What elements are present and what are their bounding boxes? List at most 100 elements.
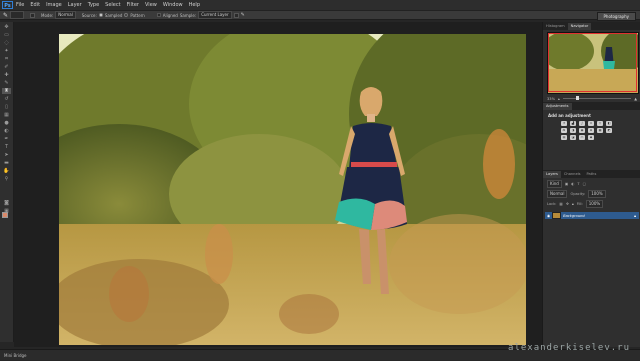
- lock-pixels-icon[interactable]: ▦: [559, 202, 562, 206]
- document-photo[interactable]: [59, 34, 526, 345]
- source-label: Source:: [81, 12, 97, 18]
- navigator-zoom-row: 33% ▴ ▲: [547, 96, 637, 101]
- eyedropper-tool-icon[interactable]: ✐: [2, 64, 11, 70]
- zoom-slider[interactable]: [562, 96, 632, 100]
- mode-label: Mode:: [41, 12, 54, 18]
- menu-file[interactable]: File: [16, 2, 24, 8]
- brush-panel-toggle-icon[interactable]: [30, 12, 36, 18]
- menu-type[interactable]: Type: [88, 2, 99, 8]
- menu-select[interactable]: Select: [105, 2, 120, 8]
- posterize-icon[interactable]: ▤: [561, 135, 567, 140]
- tab-navigator[interactable]: Navigator: [567, 23, 592, 30]
- menu-image[interactable]: Image: [46, 2, 62, 8]
- brush-tool-icon[interactable]: ✎: [2, 80, 11, 86]
- path-select-tool-icon[interactable]: ➤: [2, 152, 11, 158]
- menu-layer[interactable]: Layer: [68, 2, 82, 8]
- type-tool-icon[interactable]: T: [2, 144, 11, 150]
- brightness-contrast-icon[interactable]: ☀: [561, 121, 567, 126]
- curves-icon[interactable]: ∫: [579, 121, 585, 126]
- photo-filter-icon[interactable]: ◉: [579, 128, 585, 133]
- tab-paths[interactable]: Paths: [584, 171, 600, 178]
- opacity-input[interactable]: 100%: [588, 190, 606, 198]
- menu-help[interactable]: Help: [189, 2, 200, 8]
- layer-thumbnail: [552, 212, 562, 219]
- source-pattern-radio[interactable]: [124, 13, 129, 17]
- clone-stamp-tool-icon[interactable]: ♜: [2, 88, 11, 94]
- lock-position-icon[interactable]: ✥: [566, 202, 569, 206]
- pressure-icon[interactable]: ✎: [241, 12, 245, 18]
- tab-histogram[interactable]: Histogram: [543, 23, 568, 30]
- channel-mixer-icon[interactable]: ⊕: [588, 128, 594, 133]
- crop-tool-icon[interactable]: ⌗: [2, 56, 11, 62]
- zoom-out-icon[interactable]: ▴: [558, 97, 560, 101]
- threshold-icon[interactable]: ◪: [570, 135, 576, 140]
- pen-tool-icon[interactable]: ✒: [2, 136, 11, 142]
- visibility-eye-icon[interactable]: ◉: [547, 214, 550, 218]
- tab-channels[interactable]: Channels: [561, 171, 584, 178]
- menu-window[interactable]: Window: [163, 2, 183, 8]
- workspace-switcher[interactable]: Photography: [596, 12, 636, 21]
- menu-filter[interactable]: Filter: [127, 2, 139, 8]
- aligned-label: Aligned: [162, 12, 178, 18]
- zoom-in-icon[interactable]: ▲: [634, 97, 637, 101]
- healing-brush-tool-icon[interactable]: ✚: [2, 72, 11, 78]
- layer-row[interactable]: ◉ Background 🔒︎: [545, 212, 639, 219]
- aligned-checkbox[interactable]: [156, 13, 161, 17]
- lasso-tool-icon[interactable]: ◌: [2, 40, 11, 46]
- gradient-map-icon[interactable]: ▭: [579, 135, 585, 140]
- shape-tool-icon[interactable]: ▬: [2, 160, 11, 166]
- sample-label: Sample:: [179, 12, 197, 18]
- photo-image: [59, 34, 526, 345]
- blur-tool-icon[interactable]: ●: [2, 120, 11, 126]
- selective-color-icon[interactable]: ◆: [588, 135, 594, 140]
- exposure-icon[interactable]: ±: [588, 121, 594, 126]
- navigator-tabs: Histogram Navigator: [543, 22, 640, 30]
- opacity-label: Opacity:: [570, 192, 586, 196]
- vibrance-icon[interactable]: ▽: [597, 121, 603, 126]
- fill-label: Fill:: [576, 202, 583, 206]
- zoom-tool-icon[interactable]: ⚲: [2, 176, 11, 182]
- document-canvas-area: [14, 22, 542, 347]
- adjustments-icon-grid: ☀ ▟ ∫ ± ▽ ◧ ⚖ ◑ ◉ ⊕ ▦ ◩ ▤ ◪ ▭ ◆: [561, 121, 640, 140]
- source-sampled-radio[interactable]: [98, 13, 103, 17]
- ignore-adjustment-icon[interactable]: [233, 12, 239, 18]
- quick-select-tool-icon[interactable]: ✦: [2, 48, 11, 54]
- filter-shape-icon[interactable]: ▢: [583, 182, 586, 186]
- menu-edit[interactable]: Edit: [30, 2, 40, 8]
- menu-view[interactable]: View: [145, 2, 157, 8]
- tab-adjustments[interactable]: Adjustments: [543, 103, 572, 110]
- blend-mode-select[interactable]: Normal: [547, 190, 568, 198]
- foreground-color-swatch[interactable]: [2, 212, 8, 218]
- lock-all-icon[interactable]: 🔒︎: [572, 202, 574, 206]
- quick-mask-icon[interactable]: ◙: [2, 200, 11, 206]
- filter-type-icon[interactable]: T: [577, 182, 579, 186]
- layer-filter-row: Kind ▣ ◐ T ▢: [547, 180, 637, 188]
- layer-kind-select[interactable]: Kind: [547, 180, 562, 188]
- marquee-tool-icon[interactable]: ▭: [2, 32, 11, 38]
- move-tool-icon[interactable]: ✥: [2, 24, 11, 30]
- eraser-tool-icon[interactable]: ▯: [2, 104, 11, 110]
- navigator-thumbnail[interactable]: [547, 32, 639, 94]
- color-lookup-icon[interactable]: ▦: [597, 128, 603, 133]
- sample-select[interactable]: Current Layer: [198, 11, 232, 19]
- gradient-tool-icon[interactable]: ▦: [2, 112, 11, 118]
- navigator-view-box[interactable]: [548, 33, 637, 92]
- zoom-value[interactable]: 33%: [547, 97, 555, 101]
- color-balance-icon[interactable]: ⚖: [561, 128, 567, 133]
- dodge-tool-icon[interactable]: ◐: [2, 128, 11, 134]
- hand-tool-icon[interactable]: ✋: [2, 168, 11, 174]
- filter-pixel-icon[interactable]: ▣: [565, 182, 568, 186]
- history-brush-tool-icon[interactable]: ↺: [2, 96, 11, 102]
- brush-size-select[interactable]: [10, 11, 25, 19]
- black-white-icon[interactable]: ◑: [570, 128, 576, 133]
- filter-adjustment-icon[interactable]: ◐: [571, 182, 574, 186]
- layer-blend-row: Normal Opacity: 100%: [547, 190, 637, 198]
- stamp-tool-icon[interactable]: ✎: [3, 12, 8, 19]
- mode-select[interactable]: Normal: [55, 11, 76, 19]
- levels-icon[interactable]: ▟: [570, 121, 576, 126]
- invert-icon[interactable]: ◩: [606, 128, 612, 133]
- layer-name[interactable]: Background: [563, 214, 585, 218]
- tab-layers[interactable]: Layers: [543, 171, 561, 178]
- fill-input[interactable]: 100%: [585, 200, 604, 208]
- hue-saturation-icon[interactable]: ◧: [606, 121, 612, 126]
